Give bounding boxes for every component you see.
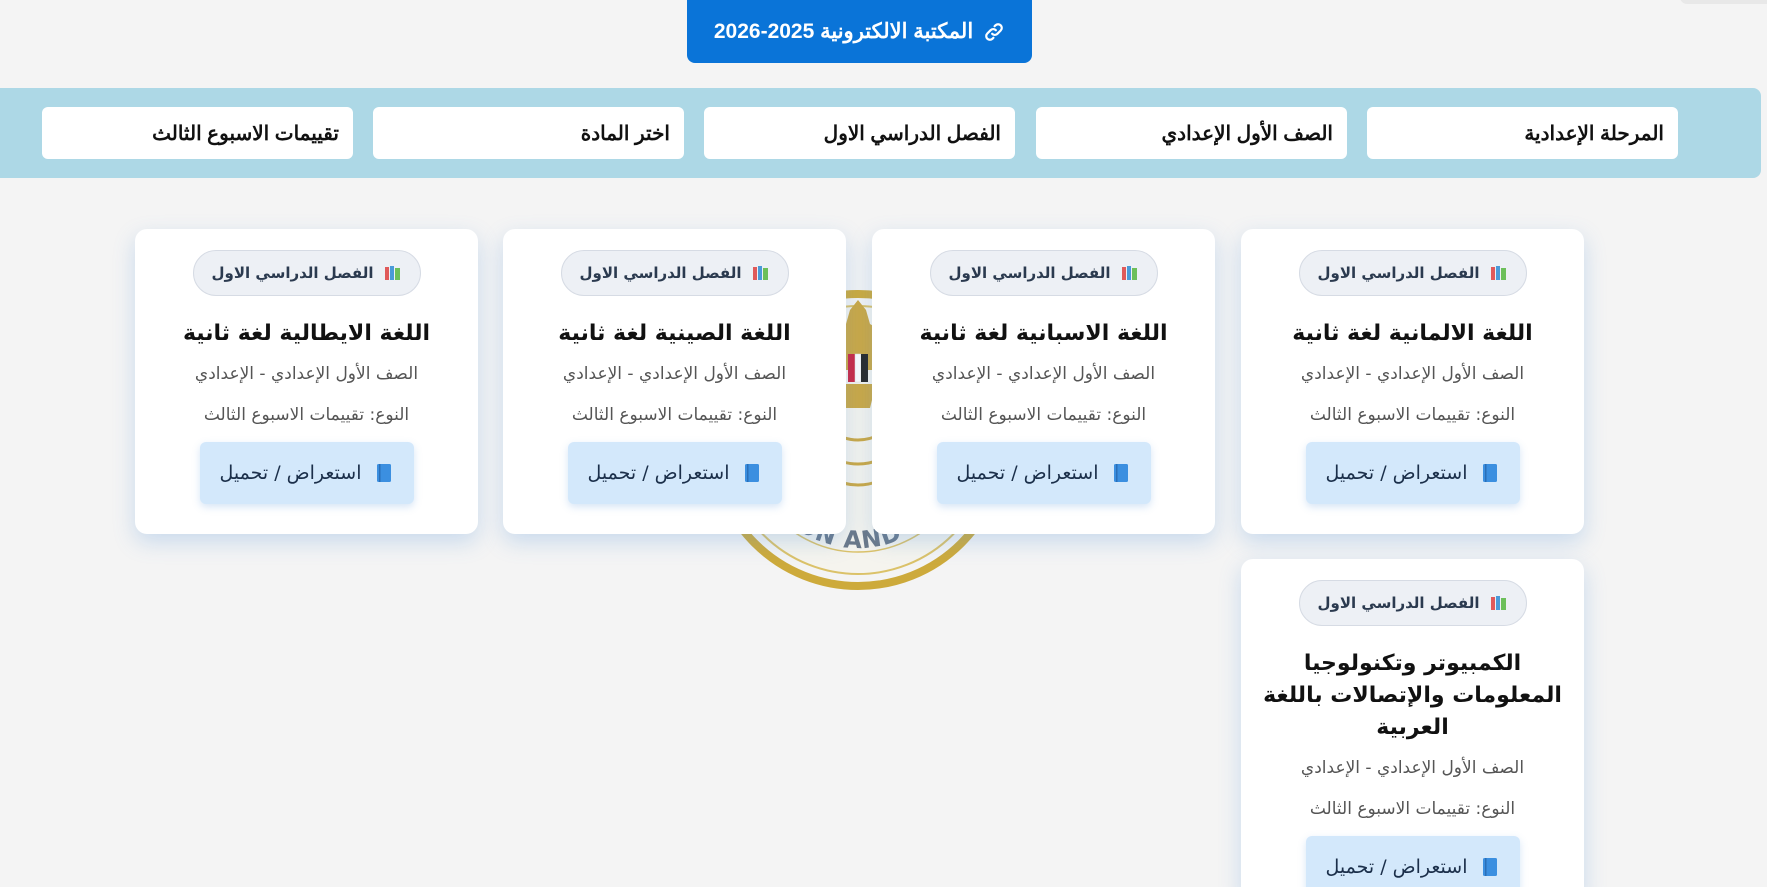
books-icon (1490, 265, 1508, 281)
grade-select[interactable]: الصف الأول الإعدادي (1036, 107, 1347, 159)
term-badge-label: الفصل الدراسي الاول (211, 264, 374, 282)
card-grade: الصف الأول الإعدادي - الإعدادي (194, 364, 419, 384)
term-badge: الفصل الدراسي الاول (560, 250, 789, 296)
books-icon (752, 265, 770, 281)
library-button[interactable]: المكتبة الالكترونية 2025-2026 (687, 0, 1032, 63)
card-title: اللغة الالمانية لغة ثانية (1292, 321, 1533, 346)
view-download-label: استعراض / تحميل (1325, 856, 1468, 878)
link-icon (983, 21, 1005, 43)
card-grade: الصف الأول الإعدادي - الإعدادي (931, 364, 1156, 384)
book-card: الفصل الدراسي الاول الكمبيوتر وتكنولوجيا… (1241, 559, 1584, 887)
term-badge-label: الفصل الدراسي الاول (1317, 594, 1480, 612)
view-download-label: استعراض / تحميل (956, 462, 1099, 484)
term-badge-label: الفصل الدراسي الاول (1317, 264, 1480, 282)
top-corner-element (1680, 0, 1767, 4)
view-download-button[interactable]: استعراض / تحميل (936, 442, 1151, 504)
card-grade: الصف الأول الإعدادي - الإعدادي (1300, 364, 1525, 384)
stage-select[interactable]: المرحلة الإعدادية (1367, 107, 1678, 159)
view-download-label: استعراض / تحميل (587, 462, 730, 484)
book-icon (1480, 857, 1500, 877)
card-type: النوع: تقييمات الاسبوع الثالث (1309, 405, 1516, 425)
term-badge: الفصل الدراسي الاول (929, 250, 1158, 296)
assessment-type-select[interactable]: تقييمات الاسبوع الثالث (42, 107, 353, 159)
books-icon (384, 265, 402, 281)
card-title: اللغة الايطالية لغة ثانية (182, 321, 431, 346)
subject-select[interactable]: اختر المادة (373, 107, 684, 159)
books-icon (1490, 595, 1508, 611)
card-title: اللغة الصينية لغة ثانية (558, 321, 791, 346)
term-badge-label: الفصل الدراسي الاول (579, 264, 742, 282)
card-type: النوع: تقييمات الاسبوع الثالث (1309, 799, 1516, 819)
card-title: الكمبيوتر وتكنولوجيا المعلومات والإتصالا… (1263, 651, 1562, 740)
view-download-button[interactable]: استعراض / تحميل (1305, 442, 1520, 504)
view-download-button[interactable]: استعراض / تحميل (1305, 836, 1520, 887)
book-icon (742, 463, 762, 483)
books-icon (1121, 265, 1139, 281)
term-badge-label: الفصل الدراسي الاول (948, 264, 1111, 282)
view-download-label: استعراض / تحميل (219, 462, 362, 484)
card-type: النوع: تقييمات الاسبوع الثالث (571, 405, 778, 425)
term-badge: الفصل الدراسي الاول (192, 250, 421, 296)
card-type: النوع: تقييمات الاسبوع الثالث (940, 405, 1147, 425)
view-download-button[interactable]: استعراض / تحميل (567, 442, 782, 504)
book-card: الفصل الدراسي الاول اللغة الاسبانية لغة … (872, 229, 1215, 534)
term-select[interactable]: الفصل الدراسي الاول (704, 107, 1015, 159)
book-icon (1480, 463, 1500, 483)
view-download-label: استعراض / تحميل (1325, 462, 1468, 484)
card-type: النوع: تقييمات الاسبوع الثالث (203, 405, 410, 425)
card-grade: الصف الأول الإعدادي - الإعدادي (562, 364, 787, 384)
book-card: الفصل الدراسي الاول اللغة الصينية لغة ثا… (503, 229, 846, 534)
library-button-label: المكتبة الالكترونية 2025-2026 (713, 20, 974, 43)
book-icon (1111, 463, 1131, 483)
term-badge: الفصل الدراسي الاول (1298, 250, 1527, 296)
book-card: الفصل الدراسي الاول اللغة الايطالية لغة … (135, 229, 478, 534)
term-badge: الفصل الدراسي الاول (1298, 580, 1527, 626)
card-grade: الصف الأول الإعدادي - الإعدادي (1300, 758, 1525, 778)
book-card: الفصل الدراسي الاول اللغة الالمانية لغة … (1241, 229, 1584, 534)
view-download-button[interactable]: استعراض / تحميل (199, 442, 414, 504)
card-title: اللغة الاسبانية لغة ثانية (919, 321, 1168, 346)
book-icon (374, 463, 394, 483)
